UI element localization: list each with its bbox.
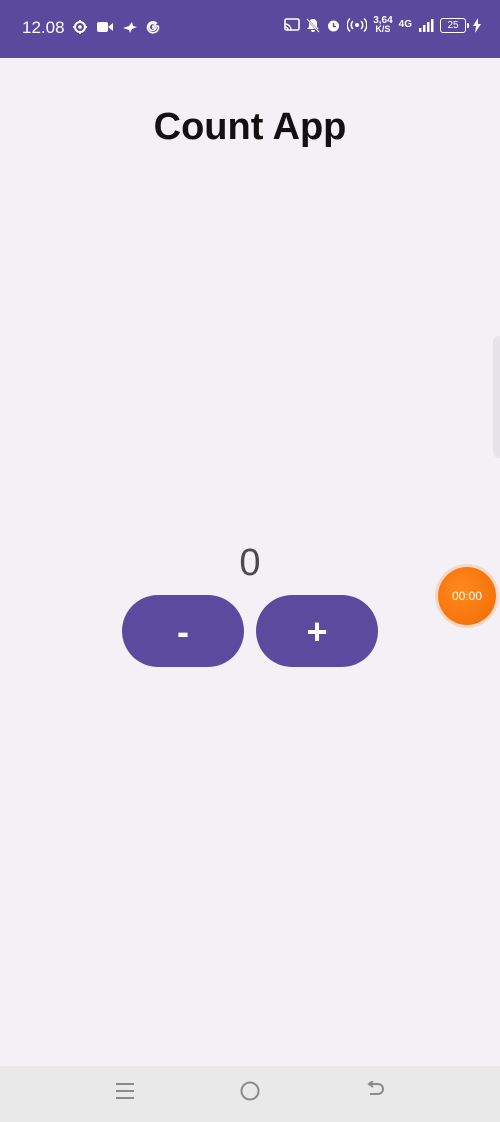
home-button[interactable] (235, 1078, 265, 1108)
video-icon (96, 20, 114, 34)
app-screen: 12.08 3,64 K/S 4G 25 Count App 0 - + 00:… (0, 0, 500, 1122)
status-left-icons (72, 19, 160, 35)
cast-icon (284, 18, 300, 32)
alarm-icon (326, 18, 341, 33)
menu-icon (115, 1082, 135, 1105)
battery-icon: 25 (440, 17, 469, 33)
count-value: 0 (239, 542, 261, 584)
back-button[interactable] (360, 1078, 390, 1108)
home-icon (239, 1080, 261, 1107)
charging-icon (472, 17, 482, 33)
signal-icon (418, 18, 434, 33)
status-time: 12.08 (22, 18, 65, 37)
recording-timer-bubble[interactable]: 00:00 (438, 567, 496, 625)
status-bar: 12.08 3,64 K/S 4G 25 (0, 0, 500, 58)
increment-button[interactable]: + (256, 595, 378, 667)
net-speed-unit: K/S (375, 24, 391, 34)
navigation-bar (0, 1066, 500, 1122)
decrement-button[interactable]: - (122, 595, 244, 667)
side-panel-handle[interactable] (493, 336, 500, 458)
menu-button[interactable] (110, 1078, 140, 1108)
status-right-icons: 3,64 K/S 4G 25 (284, 16, 482, 34)
bird-icon (122, 20, 138, 34)
google-icon (146, 20, 160, 34)
hotspot-icon (347, 17, 368, 33)
net-speed: 3,64 K/S (373, 16, 392, 34)
network-type: 4G (398, 19, 412, 30)
back-icon (364, 1079, 386, 1106)
page-title: Count App (153, 106, 347, 148)
mute-icon (306, 17, 320, 33)
settings-icon (72, 19, 88, 35)
network-type-label: 4G (398, 19, 412, 30)
